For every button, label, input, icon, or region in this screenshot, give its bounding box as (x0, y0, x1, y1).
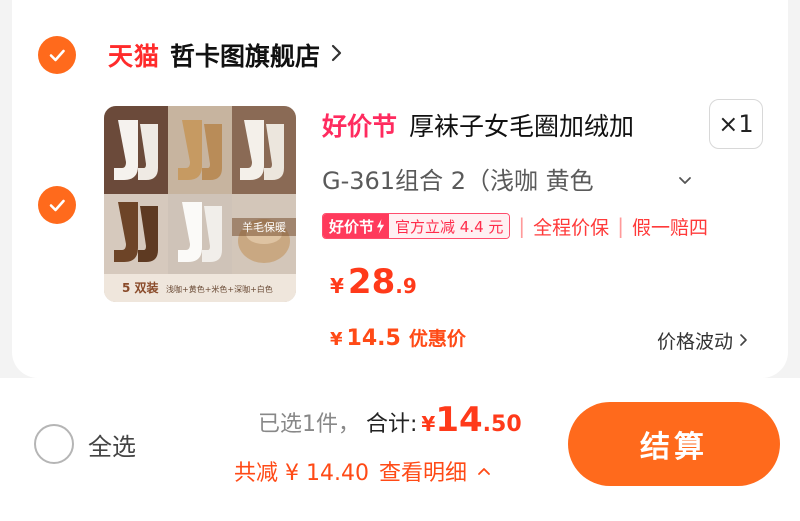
chevron-right-icon (330, 43, 344, 67)
chevron-up-icon (478, 468, 490, 475)
product-title[interactable]: 厚袜子女毛圈加绒加 (409, 107, 634, 143)
total-label: 合计: (366, 412, 418, 437)
chevron-right-icon (740, 334, 747, 346)
select-all-toggle[interactable]: 全选 (34, 424, 136, 464)
product-title-row[interactable]: 好价节 厚袜子女毛圈加绒加 (322, 104, 702, 146)
promo-badge: 好价节 官方立减 4.4 元 (322, 213, 511, 239)
coupon-price: ¥ 14.5 优惠价 (330, 326, 466, 351)
shop-name[interactable]: 哲卡图旗舰店 (170, 37, 320, 73)
chevron-down-icon (678, 164, 692, 192)
checkmark-icon (49, 199, 65, 212)
divider: | (617, 214, 624, 238)
sku-selector[interactable]: G-361组合 2（浅咖 黄色 (322, 159, 692, 197)
view-details-link[interactable]: 查看明细 (379, 455, 467, 487)
checkmark-icon (49, 49, 65, 62)
discount-amount: 共减 ¥ 14.40 (234, 461, 369, 486)
product-image: 羊毛保暖 5 双装 浅咖+黄色+米色+深咖+白色 (104, 106, 296, 302)
item-select-checkbox[interactable] (38, 186, 76, 224)
tmall-logo: 天猫 (108, 42, 161, 71)
total-summary: 已选1件， 合计: ¥ 14 .50 (258, 400, 522, 440)
item-price: ¥ 28 .9 (330, 262, 417, 302)
promo-badge-festival: 好价节 (329, 217, 375, 236)
total-amount: 14 (435, 400, 483, 440)
image-label-pack: 5 双装 (122, 280, 159, 295)
sku-text: G-361组合 2（浅咖 黄色 (322, 166, 594, 195)
selected-count: 已选1件， (258, 412, 360, 437)
quantity-selector[interactable]: ×1 (709, 99, 763, 149)
checkout-bar: 全选 已选1件， 合计: ¥ 14 .50 共减 ¥ 14.40 查看明细 结算 (0, 378, 800, 521)
festival-tag: 好价节 (322, 112, 398, 141)
service-price-protection: 全程价保 (533, 216, 610, 239)
price-fluctuation-link[interactable]: 价格波动 (657, 324, 749, 356)
select-all-radio[interactable] (34, 424, 74, 464)
cart-item-card: 天猫 哲卡图旗舰店 羊毛保暖 5 双装 浅咖+黄色+米色+深咖+白色 好价节 厚… (12, 0, 788, 378)
coupon-label: 优惠价 (408, 328, 466, 350)
product-thumbnail[interactable]: 羊毛保暖 5 双装 浅咖+黄色+米色+深咖+白色 (104, 106, 296, 302)
promo-badge-discount: 官方立减 4.4 元 (389, 214, 510, 238)
select-all-label: 全选 (88, 432, 136, 461)
checkout-button[interactable]: 结算 (568, 402, 780, 486)
shop-header[interactable]: 天猫 哲卡图旗舰店 (108, 36, 344, 74)
image-label-warm: 羊毛保暖 (242, 220, 286, 234)
image-label-colors: 浅咖+黄色+米色+深咖+白色 (166, 284, 273, 294)
cart-page: 天猫 哲卡图旗舰店 羊毛保暖 5 双装 浅咖+黄色+米色+深咖+白色 好价节 厚… (0, 0, 800, 521)
lightning-icon (376, 218, 385, 234)
promo-row: 好价节 官方立减 4.4 元 | 全程价保 | 假一赔四 (322, 212, 708, 240)
divider: | (518, 214, 526, 238)
shop-select-checkbox[interactable] (38, 36, 76, 74)
service-fake-guarantee: 假一赔四 (631, 216, 708, 239)
discount-details[interactable]: 共减 ¥ 14.40 查看明细 (234, 454, 491, 488)
